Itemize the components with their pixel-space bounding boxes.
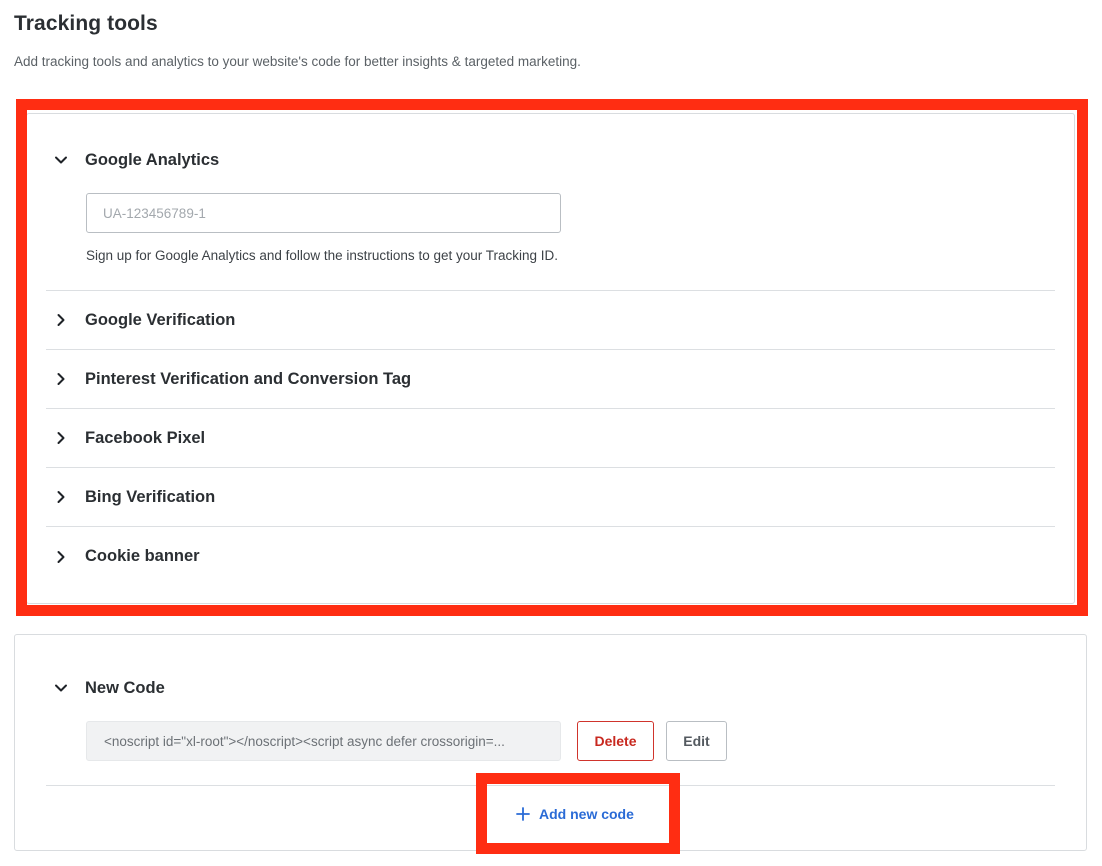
code-preview-field: <noscript id="xl-root"></noscript><scrip… bbox=[86, 721, 561, 761]
chevron-right-icon bbox=[54, 431, 68, 445]
accordion-label: Cookie banner bbox=[85, 547, 200, 565]
accordion-google-verification[interactable]: Google Verification bbox=[46, 291, 1055, 350]
accordion-new-code[interactable]: New Code bbox=[46, 668, 165, 708]
page-title: Tracking tools bbox=[14, 12, 158, 35]
delete-button[interactable]: Delete bbox=[577, 721, 654, 761]
edit-button[interactable]: Edit bbox=[666, 721, 727, 761]
plus-icon bbox=[515, 806, 531, 822]
accordion-label: Pinterest Verification and Conversion Ta… bbox=[85, 369, 412, 388]
accordion-label: Facebook Pixel bbox=[85, 428, 206, 447]
tracking-id-help-text: Sign up for Google Analytics and follow … bbox=[86, 248, 558, 263]
accordion-google-analytics[interactable]: Google Analytics bbox=[46, 140, 219, 180]
add-new-code-button[interactable]: Add new code bbox=[515, 802, 634, 826]
accordion-bing-verification[interactable]: Bing Verification bbox=[46, 468, 1055, 527]
accordion-cookie-banner[interactable]: Cookie banner bbox=[46, 527, 1055, 586]
accordion-facebook-pixel[interactable]: Facebook Pixel bbox=[46, 409, 1055, 468]
divider bbox=[46, 785, 1055, 786]
chevron-down-icon bbox=[54, 681, 68, 695]
chevron-right-icon bbox=[54, 372, 68, 386]
page-description: Add tracking tools and analytics to your… bbox=[14, 54, 581, 69]
accordion-label: Google Analytics bbox=[85, 150, 220, 169]
accordion-label: New Code bbox=[85, 678, 165, 697]
chevron-right-icon bbox=[54, 490, 68, 504]
chevron-right-icon bbox=[54, 313, 68, 327]
accordion-label: Bing Verification bbox=[85, 487, 216, 506]
chevron-down-icon bbox=[54, 153, 68, 167]
accordion-pinterest-verification[interactable]: Pinterest Verification and Conversion Ta… bbox=[46, 350, 1055, 409]
tracking-id-input[interactable] bbox=[86, 193, 561, 233]
chevron-right-icon bbox=[54, 550, 68, 564]
accordion-label: Google Verification bbox=[85, 310, 236, 329]
add-new-code-label: Add new code bbox=[539, 806, 634, 822]
